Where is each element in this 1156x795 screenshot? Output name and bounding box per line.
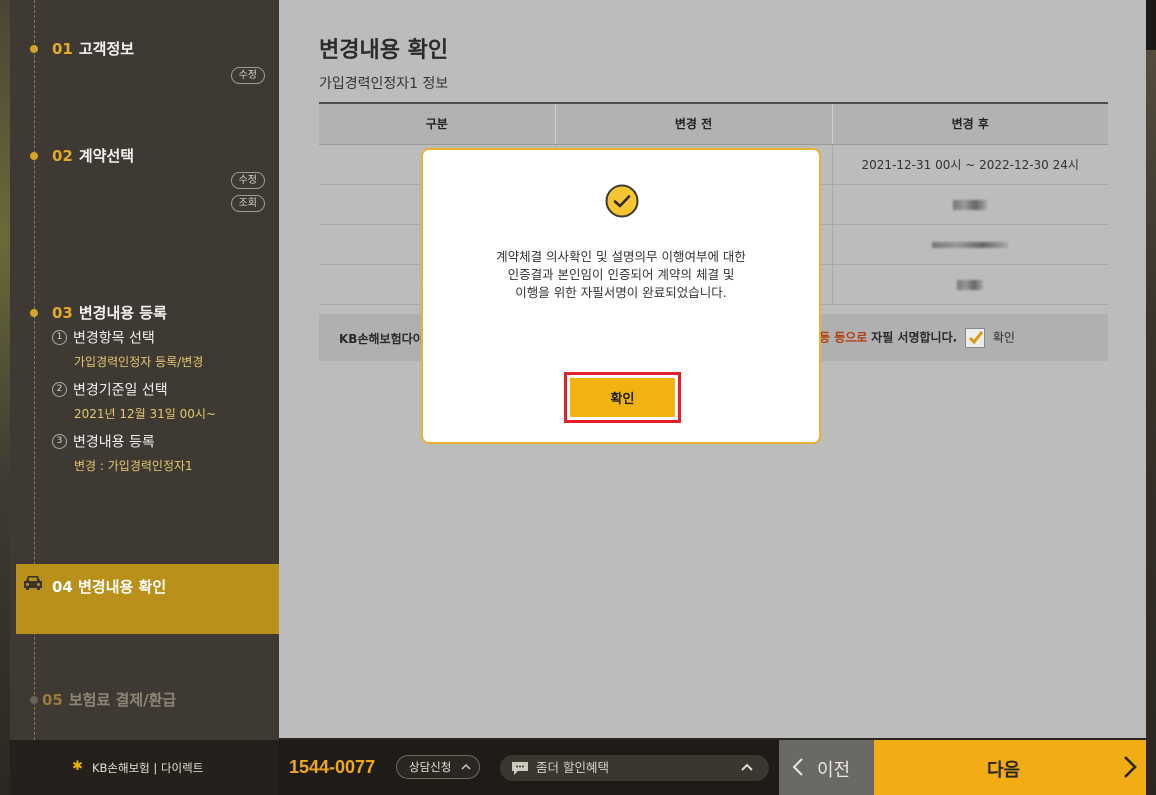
step-title: 02 계약선택 [52,147,135,165]
chat-bubble-icon [512,762,528,775]
substep-2: 2 변경기준일 선택 2021년 12월 31일 00시~ [52,379,216,422]
cell-after: 2021-12-31 00시 ~ 2022-12-30 24시 [831,144,1108,185]
substep-title: 변경기준일 선택 [73,382,168,399]
page-background-left [0,0,10,795]
step-title: 01 고객정보 [52,40,135,58]
cell-after-masked [831,264,1108,305]
page-background-right [1146,0,1156,795]
substep-title: 변경항목 선택 [73,330,155,347]
confirmation-modal: 계약체결 의사확인 및 설명의무 이행여부에 대한 인증결과 본인임이 인증되어… [421,148,821,444]
agreement-text: 자필 서명합니다. [871,330,958,345]
substep-number: 1 [52,330,67,345]
table-header-row: 구분 변경 전 변경 후 [319,103,1108,145]
chevron-right-icon [1124,756,1137,778]
agreement-text-left: KB손해보험다이 [339,332,424,346]
edit-button[interactable]: 수정 [230,172,265,189]
modal-message: 계약체결 의사확인 및 설명의무 이행여부에 대한 인증결과 본인임이 인증되어… [496,249,746,300]
substep-1: 1 변경항목 선택 가입경력인정자 등록/변경 [52,327,203,370]
agree-checkbox[interactable] [965,328,986,348]
step-dot [30,152,38,160]
agreement-highlight: 등 등으로 [819,330,868,345]
column-header: 구분 [319,103,555,145]
consult-request-button[interactable]: 상담신청 [396,755,480,779]
section-subtitle: 가입경력인정자1 정보 [319,76,449,92]
check-circle-icon [605,184,639,218]
chevron-left-icon [792,758,803,776]
kb-logo: ✱ KB손해보험 | 다이렉트 [10,740,279,795]
substep-title: 변경내용 등록 [73,434,155,451]
kb-star-icon: ✱ [72,759,83,774]
step-dot [30,45,38,53]
next-label: 다음 [987,760,1021,781]
agreement-text-right: 등 등으로 자필 서명합니다. 확인 [819,328,1015,348]
next-button[interactable]: 다음 [874,740,1146,795]
prev-button[interactable]: 이전 [779,740,874,795]
step-title: 04 변경내용 확인 [52,578,167,596]
substep-detail: 2021년 12월 31일 00시~ [74,406,217,421]
step-dot [30,696,38,704]
substep-detail: 가입경력인정자 등록/변경 [74,354,204,369]
substep-number: 2 [52,382,67,397]
edit-button[interactable]: 수정 [230,67,265,84]
view-button[interactable]: 조회 [230,195,265,212]
step-title: 03 변경내용 등록 [52,304,167,322]
substep-detail: 변경 : 가입경력인정자1 [74,458,193,473]
car-icon [24,576,42,590]
step-payment-refund: 05 보험료 결제/환급 [42,691,177,709]
page-title: 변경내용 확인 [319,38,449,63]
cell-after-masked [831,224,1108,265]
step-change-confirm-active: 04 변경내용 확인 [16,564,279,634]
chevron-up-icon [461,763,471,770]
bottom-bar: ✱ KB손해보험 | 다이렉트 1544-0077 상담신청 좀더 할인혜택 이… [10,740,1146,795]
column-header: 변경 후 [831,103,1108,145]
discount-benefit-label: 좀더 할인혜택 [536,760,609,775]
cell-after-masked [831,184,1108,225]
step-dot [30,309,38,317]
discount-benefit-bar[interactable]: 좀더 할인혜택 [500,755,769,781]
check-icon [968,331,984,345]
chevron-up-icon [741,763,753,771]
agree-checkbox-label[interactable]: 확인 [993,331,1015,345]
prev-label: 이전 [817,760,851,781]
modal-ok-button[interactable]: 확인 [570,378,675,417]
substep-3: 3 변경내용 등록 변경 : 가입경력인정자1 [52,431,193,474]
phone-number: 1544-0077 [289,757,376,777]
substep-number: 3 [52,434,67,449]
column-header: 변경 전 [554,103,832,145]
